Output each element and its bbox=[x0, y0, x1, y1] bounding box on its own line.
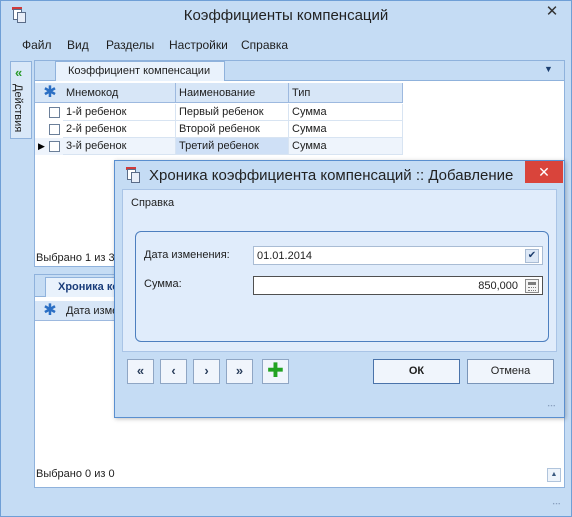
date-label: Дата изменения: bbox=[144, 249, 230, 261]
cell-type: Сумма bbox=[289, 121, 403, 138]
resize-grip-icon[interactable]: ⠠⠤ bbox=[544, 399, 556, 410]
dropdown-check-icon[interactable]: ✔ bbox=[525, 249, 539, 263]
window-title: Коэффициенты компенсаций bbox=[183, 7, 389, 24]
asterisk-icon[interactable]: ✱ bbox=[37, 83, 63, 103]
row-checkbox[interactable] bbox=[49, 124, 60, 135]
upper-grid-header: ✱ Мнемокод Наименование Тип bbox=[35, 83, 403, 103]
upper-status-text: Выбрано 1 из 3 bbox=[36, 252, 115, 264]
cell-name: Первый ребенок bbox=[176, 104, 289, 121]
first-record-button[interactable]: « bbox=[127, 359, 154, 384]
sum-value: 850,000 bbox=[478, 280, 518, 292]
asterisk-icon[interactable]: ✱ bbox=[37, 301, 63, 321]
dialog-content: Справка Дата изменения: 01.01.2014 ✔ Сум… bbox=[122, 189, 557, 352]
lower-status-text: Выбрано 0 из 0 bbox=[36, 468, 115, 480]
menu-view[interactable]: Вид bbox=[67, 38, 89, 52]
cancel-button[interactable]: Отмена bbox=[467, 359, 554, 384]
table-row[interactable]: 2-й ребенок Второй ребенок Сумма bbox=[35, 121, 403, 138]
cell-name: Второй ребенок bbox=[176, 121, 289, 138]
dialog-app-icon bbox=[125, 167, 141, 183]
last-record-button[interactable]: » bbox=[226, 359, 253, 384]
row-checkbox[interactable] bbox=[49, 107, 60, 118]
resize-grip-icon[interactable]: ⠠⠤ bbox=[549, 497, 565, 511]
green-chevron-icon: « bbox=[15, 65, 23, 80]
close-icon[interactable]: ✕ bbox=[537, 2, 567, 22]
add-history-dialog: Хроника коэффициента компенсаций :: Доба… bbox=[114, 160, 565, 418]
scroll-up-icon[interactable]: ▲ bbox=[547, 468, 561, 482]
actions-label: Действия bbox=[12, 84, 24, 133]
menu-sections[interactable]: Разделы bbox=[106, 38, 154, 52]
dialog-field-group: Дата изменения: 01.01.2014 ✔ Сумма: 850,… bbox=[135, 231, 549, 342]
prev-record-button[interactable]: ‹ bbox=[160, 359, 187, 384]
tab-compensation-coefficient[interactable]: Коэффициент компенсации bbox=[55, 61, 225, 81]
cell-mnemo: 3-й ребенок bbox=[63, 138, 176, 155]
col-mnemo[interactable]: Мнемокод bbox=[63, 83, 176, 103]
cell-mnemo: 1-й ребенок bbox=[63, 104, 176, 121]
date-value: 01.01.2014 bbox=[257, 250, 313, 262]
close-icon[interactable]: ✕ bbox=[525, 161, 563, 183]
ok-button[interactable]: ОК bbox=[373, 359, 460, 384]
upper-tabstrip: Коэффициент компенсации ▼ bbox=[35, 61, 564, 81]
cell-mnemo: 2-й ребенок bbox=[63, 121, 176, 138]
col-type[interactable]: Тип bbox=[289, 83, 403, 103]
next-record-button[interactable]: › bbox=[193, 359, 220, 384]
menu-help[interactable]: Справка bbox=[241, 38, 288, 52]
calculator-icon[interactable] bbox=[525, 279, 539, 293]
dialog-title: Хроника коэффициента компенсаций :: Доба… bbox=[149, 167, 514, 184]
date-field[interactable]: 01.01.2014 ✔ bbox=[253, 246, 543, 265]
cell-type: Сумма bbox=[289, 104, 403, 121]
row-checkbox[interactable] bbox=[49, 141, 60, 152]
cell-name: Третий ребенок bbox=[176, 138, 289, 155]
dialog-menu-help[interactable]: Справка bbox=[131, 197, 174, 209]
sum-field[interactable]: 850,000 bbox=[253, 276, 543, 295]
col-name[interactable]: Наименование bbox=[176, 83, 289, 103]
sum-label: Сумма: bbox=[144, 278, 182, 290]
upper-status-bar: Выбрано 1 из 3 bbox=[35, 250, 115, 266]
row-indicator-icon: ▶ bbox=[38, 141, 45, 151]
plus-icon[interactable]: ✚ bbox=[262, 359, 289, 384]
cell-type: Сумма bbox=[289, 138, 403, 155]
menu-file[interactable]: Файл bbox=[22, 38, 52, 52]
title-bar: Коэффициенты компенсаций ✕ bbox=[1, 1, 571, 31]
table-row[interactable]: 1-й ребенок Первый ребенок Сумма bbox=[35, 104, 403, 121]
table-row-selected[interactable]: ▶ 3-й ребенок Третий ребенок Сумма bbox=[35, 138, 403, 155]
menu-settings[interactable]: Настройки bbox=[169, 38, 228, 52]
menu-bar: Файл Вид Разделы Настройки Справка bbox=[1, 35, 571, 55]
chevron-down-icon[interactable]: ▼ bbox=[544, 64, 553, 74]
actions-side-tab[interactable]: « Действия bbox=[10, 61, 32, 139]
